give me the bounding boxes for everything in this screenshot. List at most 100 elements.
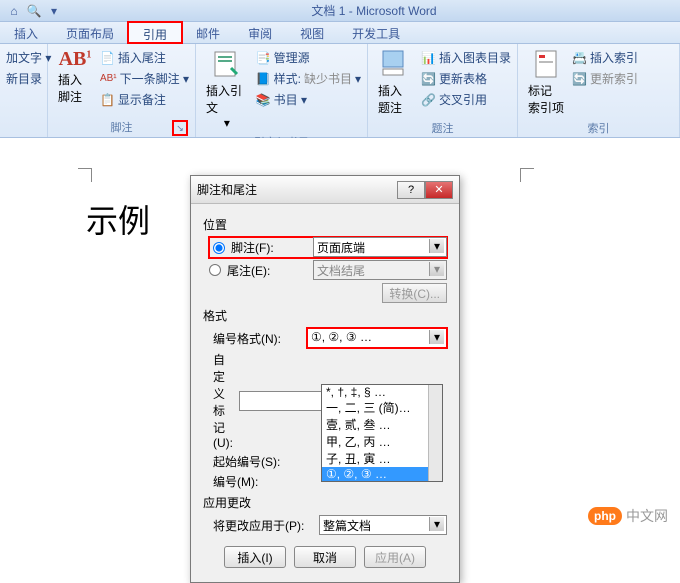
insert-button[interactable]: 插入(I) <box>224 546 286 568</box>
endnote-location-select: 文档结尾 <box>313 260 447 280</box>
group-label-footnotes: 脚注 ↘ <box>54 117 189 137</box>
update-table-button[interactable]: 🔄更新表格 <box>421 69 511 88</box>
dialog-titlebar[interactable]: 脚注和尾注 ? ✕ <box>191 176 459 204</box>
dialog-close-button[interactable]: ✕ <box>425 181 453 199</box>
caption-icon <box>380 48 412 80</box>
insert-footnote-button[interactable]: AB1 插入脚注 <box>54 46 96 107</box>
insert-index-button[interactable]: 📇插入索引 <box>572 48 638 67</box>
update-table-icon: 🔄 <box>421 72 436 86</box>
number-format-label: 编号格式(N): <box>213 330 301 347</box>
numbering-label: 编号(M): <box>213 473 301 490</box>
manage-sources-icon: 📑 <box>256 51 271 65</box>
start-at-label: 起始编号(S): <box>213 453 301 470</box>
bibliography-button[interactable]: 📚书目 ▾ <box>256 90 361 109</box>
group-footnotes: AB1 插入脚注 📄插入尾注 AB¹下一条脚注 ▾ 📋显示备注 脚注 ↘ <box>48 44 196 137</box>
dropdown-option[interactable]: 子, 丑, 寅 … <box>322 450 442 467</box>
print-preview-icon[interactable]: 🔍 <box>26 3 42 19</box>
dropdown-scrollbar[interactable] <box>428 385 442 481</box>
qat-dropdown-icon[interactable]: ▾ <box>46 3 62 19</box>
update-toc-button[interactable]: 新目录 <box>6 69 51 88</box>
dialog-help-button[interactable]: ? <box>397 181 425 199</box>
group-toc: 加文字 ▾ 新目录 <box>0 44 48 137</box>
watermark: php 中文网 <box>588 506 668 526</box>
insert-index-icon: 📇 <box>572 51 587 65</box>
custom-mark-label: 自定义标记(U): <box>213 351 233 450</box>
add-text-button[interactable]: 加文字 ▾ <box>6 48 51 67</box>
dialog-body: 位置 脚注(F): 页面底端 尾注(E): 文档结尾 转换(C)... 格式 编… <box>191 204 459 582</box>
document-area: 示例 脚注和尾注 ? ✕ 位置 脚注(F): 页面底端 尾注(E): 文档结尾 <box>0 138 680 536</box>
home-icon[interactable]: ⌂ <box>6 3 22 19</box>
cancel-button[interactable]: 取消 <box>294 546 356 568</box>
ribbon: 加文字 ▾ 新目录 AB1 插入脚注 📄插入尾注 AB¹下一条脚注 ▾ 📋显示备… <box>0 44 680 138</box>
next-footnote-button[interactable]: AB¹下一条脚注 ▾ <box>100 69 189 88</box>
group-label-captions: 题注 <box>374 118 511 138</box>
watermark-text: 中文网 <box>626 506 668 526</box>
tof-icon: 📊 <box>421 51 436 65</box>
cross-reference-button[interactable]: 🔗交叉引用 <box>421 90 511 109</box>
tab-insert[interactable]: 插入 <box>0 22 52 43</box>
endnote-radio-label: 尾注(E): <box>227 262 293 279</box>
footnote-ab-icon: AB1 <box>59 48 92 71</box>
apply-to-label: 将更改应用于(P): <box>213 517 313 534</box>
endnote-radio[interactable] <box>209 264 221 276</box>
group-citations: 插入引文 ▾ 📑管理源 📘样式: 缺少书目 ▾ 📚书目 ▾ 引文与书目 <box>196 44 368 137</box>
citation-icon <box>211 48 243 80</box>
next-footnote-icon: AB¹ <box>100 73 117 84</box>
dropdown-option-selected[interactable]: ①, ②, ③ … <box>322 467 442 481</box>
update-index-icon: 🔄 <box>572 72 587 86</box>
tab-mailings[interactable]: 邮件 <box>182 22 234 43</box>
quick-access-toolbar: ⌂ 🔍 ▾ <box>0 3 68 19</box>
manage-sources-button[interactable]: 📑管理源 <box>256 48 361 67</box>
dropdown-option[interactable]: 一, 二, 三 (简)… <box>322 399 442 416</box>
tab-developer[interactable]: 开发工具 <box>338 22 414 43</box>
cross-ref-icon: 🔗 <box>421 93 436 107</box>
mark-entry-icon <box>530 48 562 80</box>
dropdown-option[interactable]: *, †, ‡, § … <box>322 385 442 399</box>
footnote-radio[interactable] <box>213 242 225 254</box>
endnote-icon: 📄 <box>100 51 115 65</box>
watermark-badge: php <box>588 507 622 525</box>
window-title: 文档 1 - Microsoft Word <box>68 2 680 19</box>
section-format: 格式 <box>203 307 447 324</box>
chevron-down-icon: ▾ <box>224 116 230 130</box>
show-notes-icon: 📋 <box>100 93 115 107</box>
sample-text: 示例 <box>86 196 150 242</box>
footnotes-dialog-launcher[interactable]: ↘ <box>173 121 187 135</box>
number-format-select[interactable]: ①, ②, ③ … <box>307 328 447 348</box>
tab-references[interactable]: 引用 <box>128 22 182 43</box>
insert-endnote-button[interactable]: 📄插入尾注 <box>100 48 189 67</box>
ribbon-tabs: 插入 页面布局 引用 邮件 审阅 视图 开发工具 <box>0 22 680 44</box>
footnote-endnote-dialog: 脚注和尾注 ? ✕ 位置 脚注(F): 页面底端 尾注(E): 文档结尾 转换(… <box>190 175 460 583</box>
insert-table-of-figures-button[interactable]: 📊插入图表目录 <box>421 48 511 67</box>
dropdown-option[interactable]: 壹, 贰, 叁 … <box>322 416 442 433</box>
style-icon: 📘 <box>256 72 271 86</box>
group-captions: 插入题注 📊插入图表目录 🔄更新表格 🔗交叉引用 题注 <box>368 44 518 137</box>
title-bar: ⌂ 🔍 ▾ 文档 1 - Microsoft Word <box>0 0 680 22</box>
mark-entry-button[interactable]: 标记 索引项 <box>524 46 568 118</box>
tab-view[interactable]: 视图 <box>286 22 338 43</box>
footnote-location-select[interactable]: 页面底端 <box>313 237 447 257</box>
section-position: 位置 <box>203 216 447 233</box>
dropdown-option[interactable]: 甲, 乙, 丙 … <box>322 433 442 450</box>
group-label-index: 索引 <box>524 118 673 138</box>
group-label-toc <box>6 121 41 137</box>
show-notes-button[interactable]: 📋显示备注 <box>100 90 189 109</box>
dialog-title: 脚注和尾注 <box>197 181 397 198</box>
style-selector[interactable]: 📘样式: 缺少书目 ▾ <box>256 69 361 88</box>
apply-button: 应用(A) <box>364 546 426 568</box>
apply-to-select[interactable]: 整篇文档 <box>319 515 447 535</box>
dialog-footer: 插入(I) 取消 应用(A) <box>203 538 447 572</box>
insert-caption-button[interactable]: 插入题注 <box>374 46 417 118</box>
section-apply: 应用更改 <box>203 494 447 511</box>
tab-page-layout[interactable]: 页面布局 <box>52 22 128 43</box>
convert-button: 转换(C)... <box>382 283 447 303</box>
page-corner-tr <box>520 168 534 182</box>
tab-review[interactable]: 审阅 <box>234 22 286 43</box>
number-format-dropdown[interactable]: *, †, ‡, § … 一, 二, 三 (简)… 壹, 贰, 叁 … 甲, 乙… <box>321 384 443 482</box>
bibliography-icon: 📚 <box>256 93 271 107</box>
footnote-radio-label: 脚注(F): <box>231 239 297 256</box>
update-index-button[interactable]: 🔄更新索引 <box>572 69 638 88</box>
page-corner-tl <box>78 168 92 182</box>
insert-citation-button[interactable]: 插入引文 ▾ <box>202 46 252 132</box>
group-index: 标记 索引项 📇插入索引 🔄更新索引 索引 <box>518 44 680 137</box>
